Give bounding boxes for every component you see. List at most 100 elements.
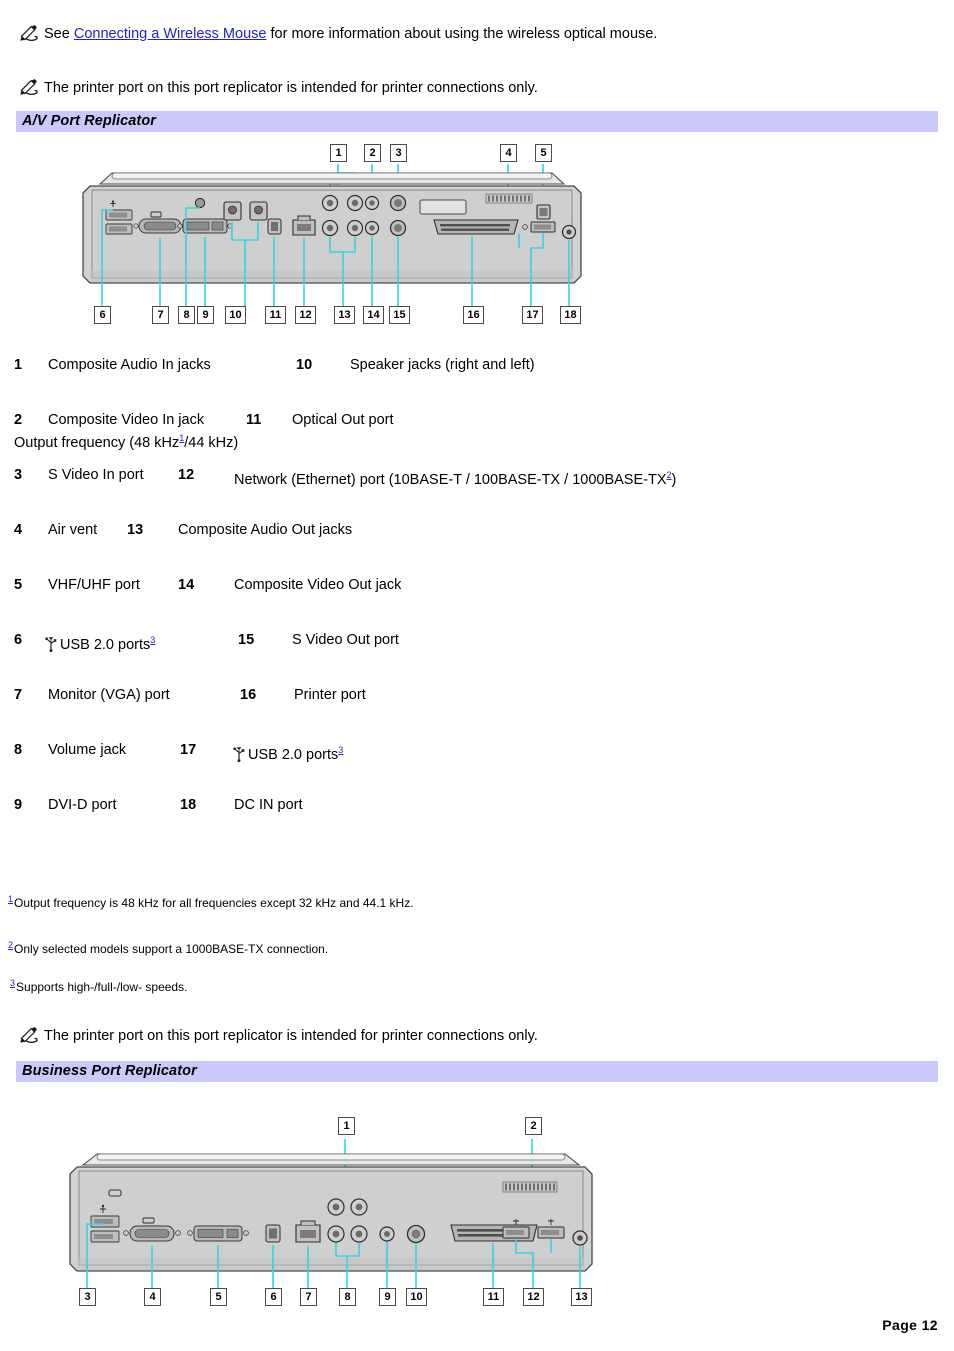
callout-number-box: 12 — [295, 306, 316, 324]
note-text-after: for more information about using the wir… — [266, 26, 658, 42]
callout-number-box: 4 — [144, 1288, 161, 1306]
port-label-left: S Video In port — [48, 467, 144, 483]
port-row: 5 VHF/UHF port 14 Composite Video Out ja… — [0, 575, 954, 630]
av-port-replicator-diagram: 1 2 3 4 5 6 7 8 9 10 11 12 13 14 15 16 1… — [82, 140, 602, 330]
section-header-av-port-replicator: A/V Port Replicator — [16, 111, 938, 132]
callout-number-box: 7 — [152, 306, 169, 324]
port-number-right: 10 — [296, 357, 313, 373]
port-row: 6 USB 2.0 ports3 15 S Video Out port — [0, 630, 954, 685]
port-label-right: Composite Video Out jack — [234, 577, 402, 593]
port-number-right: 17 — [180, 742, 197, 758]
document-page: See Connecting a Wireless Mouse for more… — [0, 0, 954, 1351]
port-label-right: Optical Out port — [292, 412, 394, 428]
port-label-right: Printer port — [294, 687, 366, 703]
note-pencil-icon — [18, 24, 40, 42]
note-text-before: See — [44, 26, 74, 42]
business-port-replicator-diagram: 1 2 3 4 5 6 7 8 9 10 11 12 13 — [55, 1112, 615, 1312]
port-row: 1 Composite Audio In jacks 10 Speaker ja… — [0, 355, 954, 410]
callout-number-box: 10 — [225, 306, 246, 324]
callout-number-box: 6 — [265, 1288, 282, 1306]
footnote-ref-2[interactable]: 2 — [667, 470, 672, 480]
port-number-left: 7 — [14, 687, 23, 703]
callout-number-box: 2 — [364, 144, 381, 162]
footnote-ref-1[interactable]: 1 — [179, 433, 184, 443]
av-port-list: 1 Composite Audio In jacks 10 Speaker ja… — [0, 355, 954, 850]
callout-number-box: 6 — [94, 306, 111, 324]
footnote-ref-3[interactable]: 3 — [338, 745, 343, 755]
footnote-mark[interactable]: 3 — [10, 978, 15, 988]
note-wireless-mouse: See Connecting a Wireless Mouse for more… — [18, 24, 657, 44]
callout-number-box: 13 — [571, 1288, 592, 1306]
callout-number-box: 10 — [406, 1288, 427, 1306]
usb-icon — [232, 746, 246, 762]
port-label-left: Composite Video In jack — [48, 412, 205, 428]
page-number: Page 12 — [882, 1317, 938, 1333]
port-number-left: 5 — [14, 577, 23, 593]
footnote-2: 2Only selected models support a 1000BASE… — [8, 937, 328, 957]
port-row: 8 Volume jack 17 USB 2.0 ports3 — [0, 740, 954, 795]
footnote-mark[interactable]: 2 — [8, 940, 13, 950]
port-number-right: 12 — [178, 467, 195, 483]
port-label-left: Air vent — [48, 522, 98, 538]
port-number-right: 13 — [127, 522, 144, 538]
footnote-mark[interactable]: 1 — [8, 894, 13, 904]
port-number-right: 16 — [240, 687, 257, 703]
port-label-right: Composite Audio Out jacks — [178, 522, 353, 538]
callout-number-box: 15 — [389, 306, 410, 324]
usb-icon — [44, 636, 58, 652]
port-label-left: Monitor (VGA) port — [48, 687, 170, 703]
note-text: The printer port on this port replicator… — [44, 1028, 538, 1044]
port-label-left: Volume jack — [48, 742, 127, 758]
callout-number-box: 9 — [197, 306, 214, 324]
port-number-left: 6 — [14, 632, 23, 648]
footnote-text: Only selected models support a 1000BASE-… — [14, 942, 329, 956]
port-number-left: 3 — [14, 467, 23, 483]
callout-number-box: 11 — [265, 306, 286, 324]
port-label-left: Composite Audio In jacks — [48, 357, 211, 373]
port-number-left: 4 — [14, 522, 23, 538]
footnote-1: 1Output frequency is 48 kHz for all freq… — [8, 891, 414, 911]
footnote-text: Output frequency is 48 kHz for all frequ… — [14, 896, 414, 910]
note-printer-port-top: The printer port on this port replicator… — [18, 78, 538, 98]
note-text: The printer port on this port replicator… — [44, 80, 538, 96]
port-label-right: S Video Out port — [292, 632, 399, 648]
callout-number-box: 8 — [178, 306, 195, 324]
callout-number-box: 16 — [463, 306, 484, 324]
port-row: 4 Air vent 13 Composite Audio Out jacks — [0, 520, 954, 575]
port-row: 2 Composite Video In jack 11 Optical Out… — [0, 410, 954, 465]
port-sublabel: Output frequency (48 kHz1/44 kHz) — [14, 433, 239, 451]
port-label-left: USB 2.0 ports3 — [44, 630, 155, 655]
callout-number-box: 4 — [500, 144, 517, 162]
port-number-left: 9 — [14, 797, 23, 813]
port-row: 7 Monitor (VGA) port 16 Printer port — [0, 685, 954, 740]
callout-number-box: 14 — [363, 306, 384, 324]
port-label-right: USB 2.0 ports3 — [232, 740, 343, 765]
port-number-left: 8 — [14, 742, 23, 758]
port-label-left: VHF/UHF port — [48, 577, 140, 593]
section-header-business-port-replicator: Business Port Replicator — [16, 1061, 938, 1082]
callout-number-box: 1 — [330, 144, 347, 162]
port-number-right: 15 — [238, 632, 255, 648]
connecting-wireless-mouse-link[interactable]: Connecting a Wireless Mouse — [74, 26, 267, 42]
port-number-right: 11 — [246, 412, 262, 428]
port-number-left: 2 — [14, 412, 23, 428]
note-pencil-icon — [18, 78, 40, 96]
port-number-left: 1 — [14, 357, 23, 373]
footnote-3: 3Supports high-/full-/low- speeds. — [10, 975, 187, 995]
callout-number-box: 5 — [210, 1288, 227, 1306]
footnote-text: Supports high-/full-/low- speeds. — [16, 980, 188, 994]
note-printer-port-bottom: The printer port on this port replicator… — [18, 1026, 538, 1046]
port-row: 9 DVI-D port 18 DC IN port — [0, 795, 954, 850]
footnote-ref-3[interactable]: 3 — [150, 635, 155, 645]
callout-number-box: 2 — [525, 1117, 542, 1135]
callout-number-box: 8 — [339, 1288, 356, 1306]
callout-number-box: 7 — [300, 1288, 317, 1306]
port-label-left: DVI-D port — [48, 797, 117, 813]
port-label-right: Speaker jacks (right and left) — [350, 357, 535, 373]
note-pencil-icon — [18, 1026, 40, 1044]
callout-number-box: 5 — [535, 144, 552, 162]
section-title: Business Port Replicator — [22, 1063, 197, 1079]
port-number-right: 14 — [178, 577, 195, 593]
callout-number-box: 13 — [334, 306, 355, 324]
port-label-right: Network (Ethernet) port (10BASE-T / 100B… — [234, 470, 677, 488]
